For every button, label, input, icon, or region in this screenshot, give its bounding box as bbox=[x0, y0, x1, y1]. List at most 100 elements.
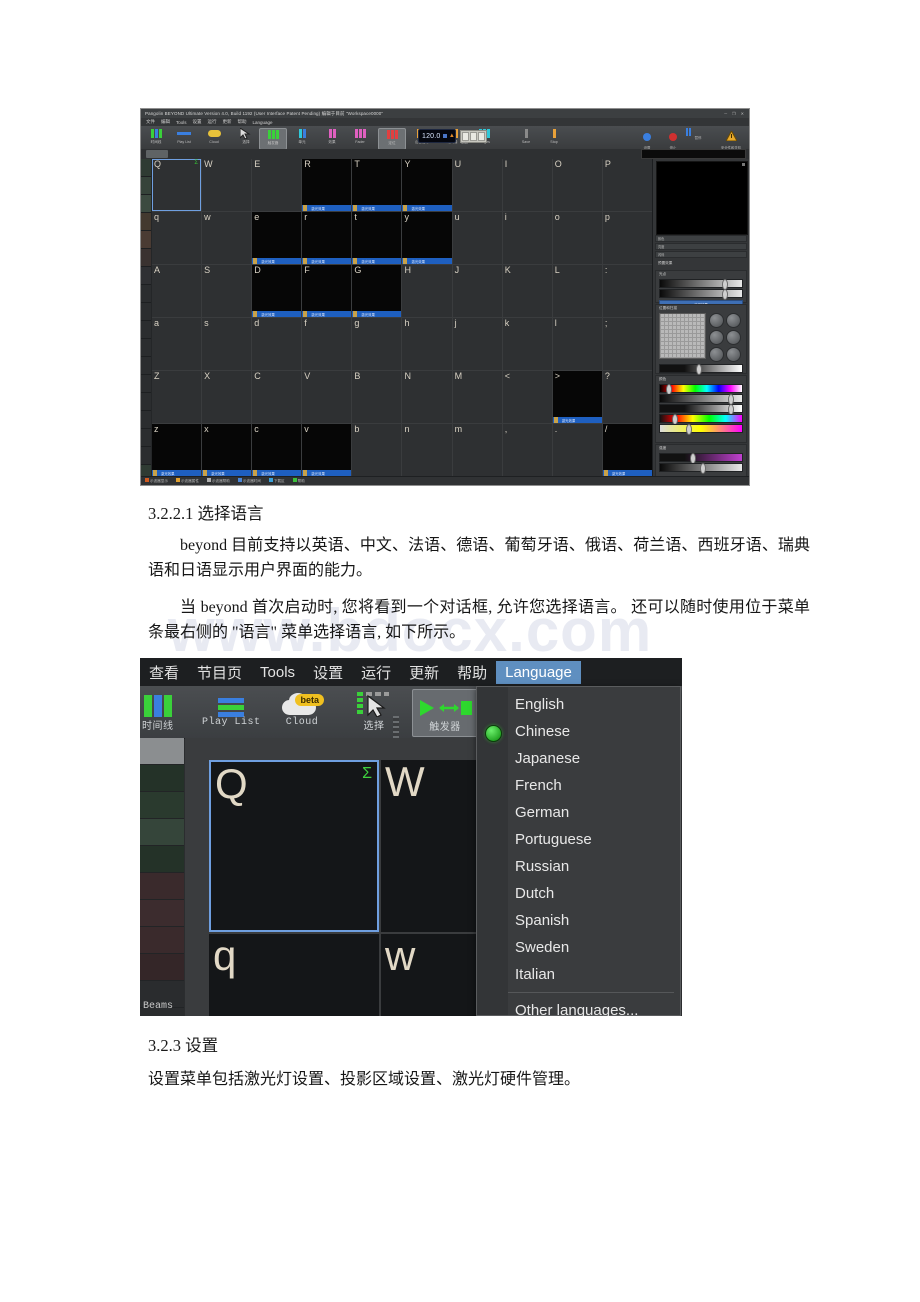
intensity-slider-2[interactable] bbox=[659, 463, 743, 474]
cue-bar[interactable]: 激光效果 bbox=[302, 258, 352, 264]
cue-cell-Y[interactable]: Y 激光效果 bbox=[402, 159, 452, 211]
cue-cell-D[interactable]: D 激光效果 bbox=[252, 265, 302, 317]
cue-cell-Q[interactable]: QΣ bbox=[152, 159, 202, 211]
page-strip[interactable] bbox=[141, 159, 151, 483]
cue-cell-e[interactable]: e 激光效果 bbox=[252, 212, 302, 264]
cue-cell-q[interactable]: q bbox=[152, 212, 202, 264]
language-item-german[interactable]: German bbox=[508, 799, 678, 826]
cue-grid[interactable]: Q Σ W E R 激光效果 T 激光效果 Y 激光效果 U I O Pq w e 激光效果 r 激光效果 t 激光效果… bbox=[152, 159, 652, 476]
tab-row[interactable] bbox=[141, 149, 749, 159]
cue-cell-/[interactable]: / 激光效果 bbox=[602, 424, 652, 476]
cue-cell-B[interactable]: B bbox=[352, 371, 402, 423]
language-item-french[interactable]: French bbox=[508, 772, 678, 799]
dock-toolbar-row-2[interactable]: 亮度 bbox=[655, 243, 747, 250]
cue-cell-m[interactable]: m bbox=[452, 424, 502, 476]
menu-item-showpage[interactable]: 节目页 bbox=[188, 659, 251, 686]
points-slider-2[interactable] bbox=[659, 289, 743, 300]
toolbar2-button-cloud[interactable]: beta Cloud bbox=[280, 689, 324, 728]
cue-cell-F[interactable]: F 激光效果 bbox=[302, 265, 352, 317]
window-controls[interactable]: ─ ❐ ✕ bbox=[724, 111, 746, 116]
menu-bar-2[interactable]: 查看 节目页 Tools 设置 运行 更新 帮助 Language bbox=[140, 658, 682, 686]
language-item-russian[interactable]: Russian bbox=[508, 853, 678, 880]
color-contrast-slider[interactable] bbox=[659, 404, 743, 415]
cue-cell-q[interactable]: q bbox=[209, 932, 379, 1016]
menu-item-language[interactable]: Language bbox=[253, 120, 273, 125]
cue-cell-S[interactable]: S bbox=[202, 265, 252, 317]
dock-toolbar-row-1[interactable]: 颜色 bbox=[655, 235, 747, 242]
position-knob-5[interactable] bbox=[709, 347, 725, 362]
cue-bar[interactable]: 激光效果 bbox=[352, 205, 402, 211]
points-slider-1[interactable] bbox=[659, 279, 743, 290]
main-toolbar[interactable]: 时间线 Play List Cloud 选择 触发器 单元 效果 Fader 定… bbox=[141, 126, 749, 150]
toolbar-button-stop[interactable]: Stop bbox=[541, 128, 567, 148]
toolbar-right-safety[interactable]: 安全性和关机 bbox=[711, 128, 749, 150]
tap-tempo-icon[interactable]: ▲ bbox=[449, 133, 455, 139]
cue-cell-H[interactable]: H bbox=[402, 265, 452, 317]
cue-cell-h[interactable]: h bbox=[402, 318, 452, 370]
cue-cell-v[interactable]: v 激光效果 bbox=[302, 424, 352, 476]
toolbar2-button-trigger[interactable]: 触发器 bbox=[412, 689, 478, 737]
toolbar-button-trigger[interactable]: 触发器 bbox=[259, 128, 287, 150]
toolbar-right-stop[interactable]: 停止 bbox=[661, 128, 685, 150]
cue-cell-E[interactable]: E bbox=[252, 159, 302, 211]
cue-cell-j[interactable]: j bbox=[452, 318, 502, 370]
menu-item-help[interactable]: 帮助 bbox=[238, 119, 247, 125]
bpm-display[interactable]: 120.0 ▲ bbox=[418, 129, 456, 143]
color-brightness-slider[interactable] bbox=[659, 394, 743, 405]
toolbar-button-select[interactable]: 选择 bbox=[233, 128, 259, 148]
cue-cell-d[interactable]: d bbox=[252, 318, 302, 370]
cue-cell-n[interactable]: n bbox=[402, 424, 452, 476]
cue-cell-c[interactable]: c 激光效果 bbox=[252, 424, 302, 476]
cue-cell-y[interactable]: y 激光效果 bbox=[402, 212, 452, 264]
cue-cell-w[interactable]: w bbox=[202, 212, 252, 264]
language-item-english[interactable]: English bbox=[508, 691, 678, 718]
menu-item-settings[interactable]: 设置 bbox=[304, 659, 352, 686]
menu-bar[interactable]: 文件 编辑 Tools 设置 运行 更新 帮助 Language bbox=[141, 118, 749, 126]
cue-cell-W[interactable]: W bbox=[202, 159, 252, 211]
cue-cell-a[interactable]: a bbox=[152, 318, 202, 370]
status-item-4[interactable]: 下载区 bbox=[268, 478, 285, 484]
cue-cell-x[interactable]: x 激光效果 bbox=[202, 424, 252, 476]
language-item-other-languages[interactable]: Other languages... bbox=[508, 997, 678, 1016]
cue-cell-b[interactable]: b bbox=[352, 424, 402, 476]
toolbar-button-cell[interactable]: 单元 bbox=[289, 128, 315, 148]
menu-item-file[interactable]: 文件 bbox=[146, 119, 155, 125]
cue-cell-I[interactable]: I bbox=[502, 159, 552, 211]
cue-cell-z[interactable]: z 激光效果 bbox=[152, 424, 202, 476]
position-knob-1[interactable] bbox=[709, 313, 725, 328]
cue-bar[interactable]: 激光效果 bbox=[302, 311, 352, 317]
menu-item-help[interactable]: 帮助 bbox=[448, 659, 496, 686]
toolbar-button-timeline[interactable]: 时间线 bbox=[143, 128, 169, 148]
cue-cell-J[interactable]: J bbox=[452, 265, 502, 317]
cue-cell-f[interactable]: f bbox=[302, 318, 352, 370]
toolbar-right-settings[interactable]: 设置 bbox=[635, 128, 659, 150]
cue-bar[interactable]: 激光效果 bbox=[252, 258, 302, 264]
cue-cell-A[interactable]: A bbox=[152, 265, 202, 317]
color-hue-slider[interactable] bbox=[659, 384, 743, 395]
toolbar-button-save[interactable]: Save bbox=[513, 128, 539, 148]
position-knob-6[interactable] bbox=[726, 347, 742, 362]
workspace-tab[interactable] bbox=[146, 150, 168, 158]
cue-cell-P[interactable]: P bbox=[602, 159, 652, 211]
language-item-portuguese[interactable]: Portuguese bbox=[508, 826, 678, 853]
cue-cell-U[interactable]: U bbox=[452, 159, 502, 211]
cue-cell-g[interactable]: g bbox=[352, 318, 402, 370]
toolbar-right-pause[interactable]: 暂停 bbox=[686, 128, 710, 148]
position-knob-4[interactable] bbox=[726, 330, 742, 345]
toolbar2-button-select[interactable]: 选择 bbox=[345, 689, 403, 733]
menu-item-update[interactable]: 更新 bbox=[400, 659, 448, 686]
cue-cell-N[interactable]: N bbox=[402, 371, 452, 423]
language-item-sweden[interactable]: Sweden bbox=[508, 934, 678, 961]
toolbar-button-effect[interactable]: 效果 bbox=[319, 128, 345, 148]
cue-cell-C[interactable]: C bbox=[252, 371, 302, 423]
cue-cell-?[interactable]: ? bbox=[602, 371, 652, 423]
toolbar-button-locate[interactable]: 定位 bbox=[378, 128, 406, 150]
cue-bar[interactable]: 激光效果 bbox=[402, 258, 452, 264]
status-item-3[interactable]: 示波器时间 bbox=[237, 478, 261, 484]
toolbar-button-playlist[interactable]: Play List bbox=[171, 128, 197, 148]
status-item-0[interactable]: 示波器显示 bbox=[145, 478, 168, 484]
cue-cell-R[interactable]: R 激光效果 bbox=[302, 159, 352, 211]
toolbar-button-cloud[interactable]: Cloud bbox=[201, 128, 227, 148]
cue-cell-Q[interactable]: Q Σ bbox=[209, 760, 379, 932]
position-knob-2[interactable] bbox=[726, 313, 742, 328]
